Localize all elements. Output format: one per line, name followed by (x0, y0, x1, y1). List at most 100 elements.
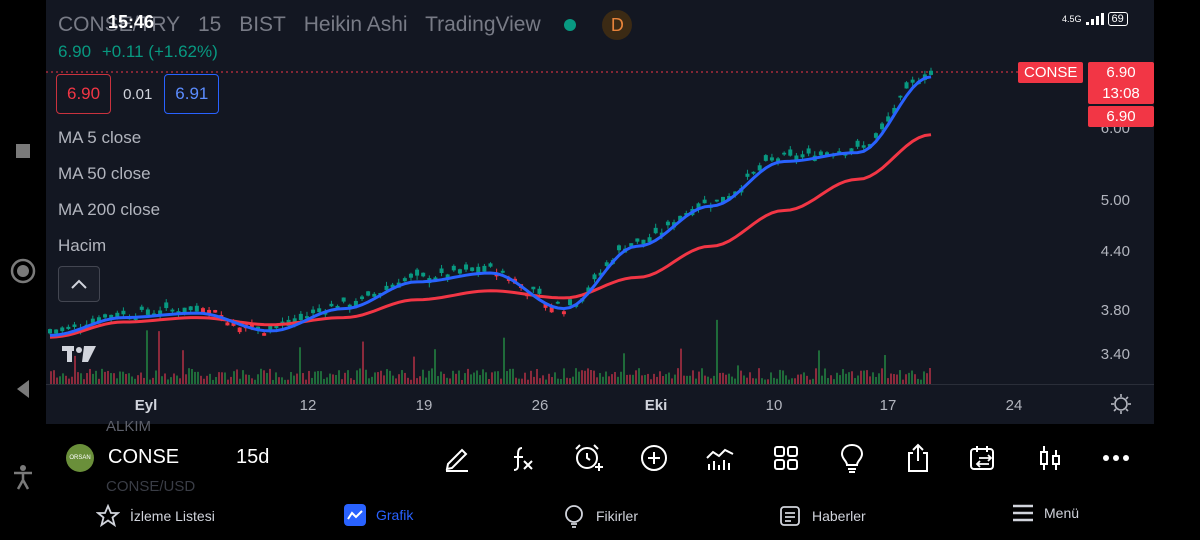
candle-body (66, 326, 71, 329)
nav-ideas[interactable]: Fikirler (562, 504, 638, 528)
volume-bar (491, 372, 493, 384)
candle-body (268, 325, 273, 330)
time-axis-tick: Eyl (134, 397, 158, 414)
candle-body (714, 199, 719, 202)
volume-bar (401, 370, 403, 384)
volume-bar (503, 337, 505, 384)
price-chart[interactable] (46, 0, 1154, 424)
volume-bar (317, 371, 319, 384)
ask-box[interactable]: 6.91 (164, 74, 220, 114)
volume-bar (800, 374, 802, 384)
volume-bar (344, 372, 346, 384)
symbol-logo: ORSAN (66, 444, 94, 472)
recents-button[interactable] (8, 136, 38, 166)
volume-bar (494, 371, 496, 384)
volume-bar (845, 373, 847, 384)
bar-countdown: 13:08 (1102, 85, 1140, 102)
volume-bar (59, 376, 61, 384)
lightbulb-icon (565, 505, 583, 528)
volume-bars (50, 319, 931, 384)
candle-body (641, 239, 646, 245)
replay-button[interactable] (966, 440, 1002, 476)
home-button[interactable] (8, 256, 38, 286)
time-axis-tick: 12 (299, 397, 317, 414)
nav-watchlist[interactable]: İzleme Listesi (96, 504, 215, 528)
nav-chart[interactable]: Grafik (344, 504, 413, 526)
share-button[interactable] (900, 440, 936, 476)
chart-pane[interactable]: CONSE/TRY 15 BIST Heikin Ashi TradingVie… (46, 0, 1154, 424)
volume-bar (536, 369, 538, 384)
volume-bar (275, 372, 277, 384)
drawing-tool-button[interactable] (438, 440, 474, 476)
back-button[interactable] (8, 374, 38, 404)
candle-body (121, 310, 126, 315)
trading-panel-button[interactable] (1032, 440, 1068, 476)
volume-bar (680, 348, 682, 384)
symbol-price-tag: CONSE (1018, 62, 1084, 83)
ideas-button[interactable] (834, 440, 870, 476)
price-axis[interactable]: 6.00 5.00 4.40 3.80 3.40 (1066, 0, 1154, 384)
volume-bar (707, 376, 709, 384)
candle-body (855, 140, 860, 147)
grid-icon (774, 446, 798, 470)
add-alert-button[interactable] (570, 440, 606, 476)
indicator-volume[interactable]: Hacim (58, 236, 106, 256)
volume-bar (716, 319, 718, 384)
candle-body (188, 306, 193, 311)
volume-bar (191, 369, 193, 384)
volume-bar (161, 376, 163, 384)
volume-bar (869, 376, 871, 384)
volume-bar (617, 376, 619, 384)
layout-button[interactable] (768, 440, 804, 476)
add-symbol-button[interactable] (636, 440, 672, 476)
volume-bar (893, 374, 895, 384)
star-icon (96, 504, 120, 528)
volume-bar (866, 370, 868, 384)
volume-bar (578, 371, 580, 384)
gear-icon (1111, 394, 1131, 414)
candle-body (439, 268, 444, 274)
candle-body (341, 297, 346, 302)
indicator-ma50[interactable]: MA 50 close (58, 164, 151, 184)
price-axis-label: 3.40 (1100, 346, 1130, 363)
volume-bar (599, 373, 601, 384)
back-triangle-icon (17, 380, 29, 398)
volume-bar (836, 372, 838, 384)
volume-bar (266, 372, 268, 384)
accessibility-button[interactable] (8, 462, 38, 492)
symbol-name[interactable]: CONSE (108, 446, 179, 469)
volume-bar (131, 376, 133, 384)
volume-bar (215, 377, 217, 384)
bid-box[interactable]: 6.90 (56, 74, 112, 114)
volume-bar (596, 377, 598, 384)
chart-type-button[interactable] (702, 440, 738, 476)
candle-body (763, 155, 768, 161)
candle-body (500, 270, 505, 273)
volume-bar (464, 373, 466, 384)
volume-bar (530, 370, 532, 384)
volume-bar (431, 368, 433, 384)
volume-bar (422, 369, 424, 384)
volume-bar (128, 373, 130, 384)
candle-body (910, 79, 915, 83)
volume-bar (413, 356, 415, 384)
more-options-button[interactable] (1098, 440, 1134, 476)
chart-settings-button[interactable] (1110, 393, 1132, 420)
volume-bar (719, 372, 721, 384)
bottom-navigation: İzleme Listesi Grafik Fikirler Haberler … (46, 494, 1154, 540)
volume-bar (785, 375, 787, 384)
status-clock: 15:46 (108, 12, 155, 32)
resolution-selector[interactable]: 15d (236, 446, 269, 469)
nav-menu[interactable]: Menü (1012, 504, 1079, 522)
symbol-toolbar: ALKIM ORSAN CONSE 15d CONSE/USD (46, 418, 1154, 495)
candle-body (476, 266, 481, 273)
volume-bar (668, 372, 670, 384)
indicator-ma200[interactable]: MA 200 close (58, 200, 160, 220)
time-axis[interactable]: Eyl 12 19 26 Eki 10 17 24 (46, 384, 1154, 424)
market-open-dot (564, 19, 577, 31)
indicators-button[interactable] (504, 440, 540, 476)
collapse-legend-button[interactable] (58, 266, 100, 302)
nav-news[interactable]: Haberler (778, 504, 866, 528)
indicator-ma5[interactable]: MA 5 close (58, 128, 141, 148)
volume-bar (290, 371, 292, 384)
